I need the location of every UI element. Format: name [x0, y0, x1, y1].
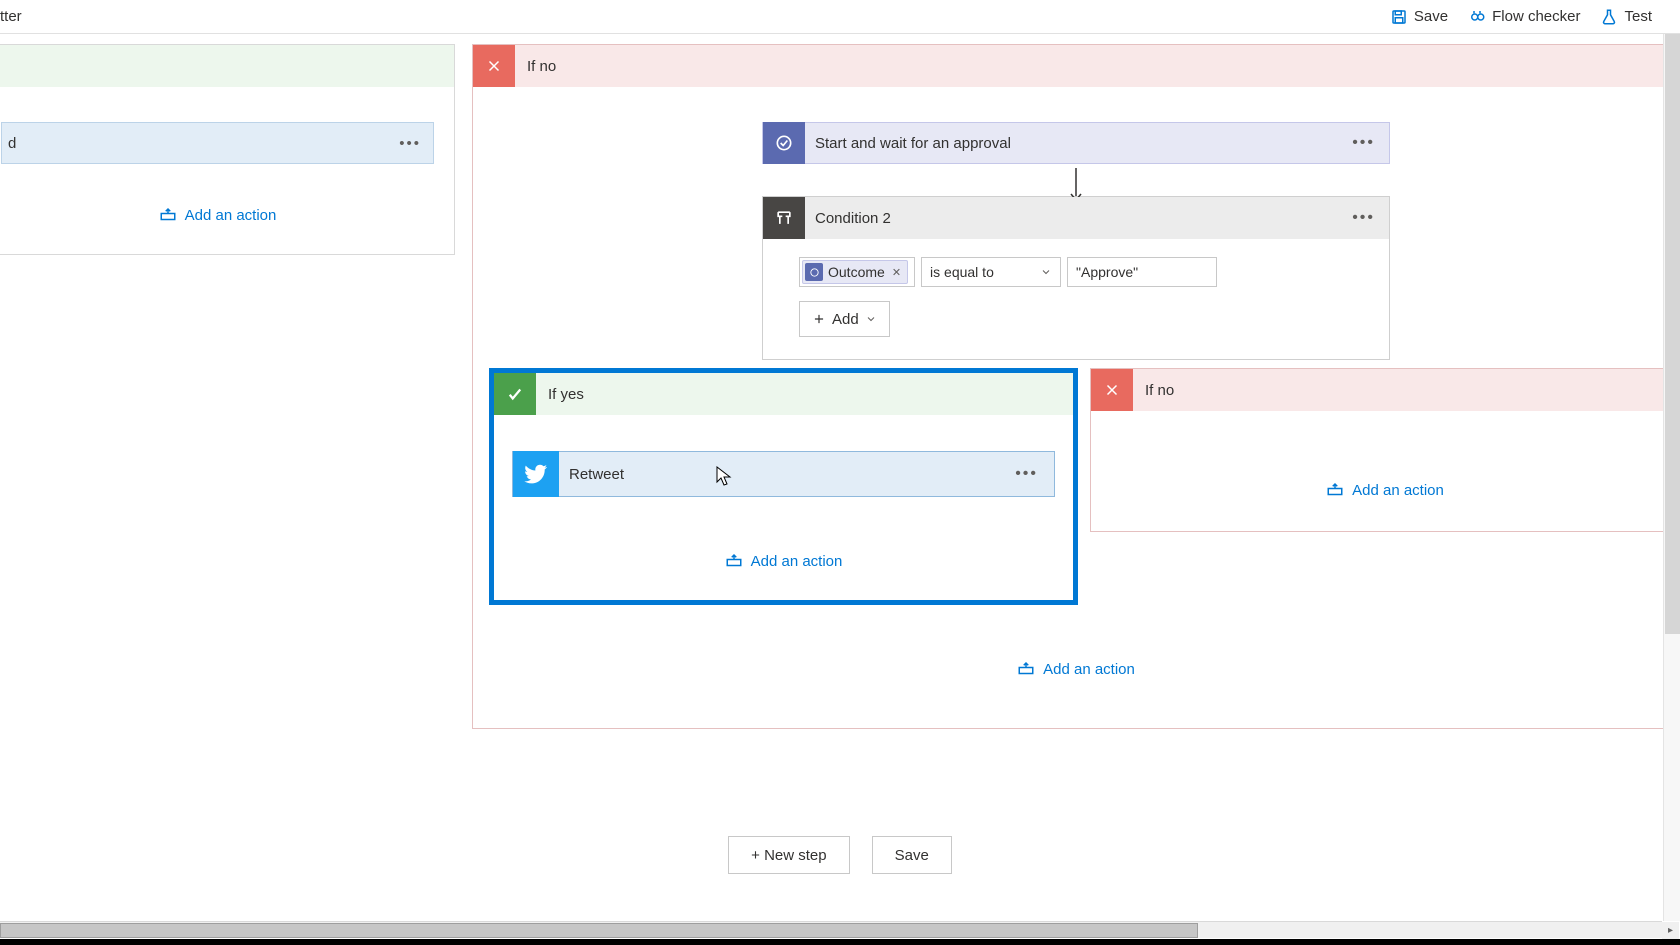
condition-title: Condition 2 [805, 210, 891, 227]
add-action-button[interactable]: Add an action [494, 552, 1073, 570]
plus-icon [812, 312, 826, 326]
check-icon [494, 373, 536, 415]
save-button[interactable]: Save [1390, 8, 1448, 26]
flow-canvas[interactable]: d ••• Add an action If no Start and wait… [0, 34, 1680, 920]
bottom-save-button[interactable]: Save [872, 836, 952, 874]
condition-add-button[interactable]: Add [799, 301, 890, 337]
add-action-button[interactable]: Add an action [1091, 481, 1679, 499]
flow-title-fragment: tter [0, 8, 22, 25]
condition-value-input[interactable] [1067, 257, 1217, 287]
test-label: Test [1624, 8, 1652, 25]
save-icon [1390, 8, 1408, 26]
chevron-down-icon [1040, 266, 1052, 278]
outer-if-no-branch: If no Start and wait for an approval •••… [472, 44, 1680, 729]
if-yes-label: If yes [548, 386, 584, 403]
approval-icon [763, 122, 805, 164]
condition-card[interactable]: Condition 2 ••• Outcome ✕ is equal to [762, 196, 1390, 360]
add-action-label: Add an action [751, 553, 843, 570]
branch-if-no: If no Add an action [1084, 368, 1679, 605]
add-action-icon [1017, 660, 1035, 678]
remove-token-icon[interactable]: ✕ [892, 266, 901, 279]
horizontal-scrollbar[interactable]: ▸ [0, 921, 1662, 938]
if-yes-header-partial [0, 45, 454, 87]
flask-icon [1600, 8, 1618, 26]
outer-if-no-label: If no [515, 58, 556, 75]
chevron-down-icon [865, 313, 877, 325]
connector-arrow [1075, 168, 1077, 196]
outcome-token[interactable]: Outcome ✕ [802, 260, 908, 284]
add-action-label: Add an action [1352, 482, 1444, 499]
add-action-label: Add an action [185, 207, 277, 224]
flow-checker-button[interactable]: Flow checker [1468, 8, 1580, 26]
condition-icon [763, 197, 805, 239]
condition-body: Outcome ✕ is equal to Add [763, 239, 1389, 359]
if-no-container[interactable]: If no Add an action [1090, 368, 1679, 532]
outer-add-action-button[interactable]: Add an action [473, 660, 1679, 678]
new-step-button[interactable]: + New step [728, 836, 849, 874]
more-icon[interactable]: ••• [399, 135, 421, 152]
vertical-scrollbar[interactable] [1663, 34, 1680, 921]
branch-if-yes: If yes Retweet ••• Add an action [473, 368, 1084, 605]
condition-left-operand[interactable]: Outcome ✕ [799, 257, 915, 287]
if-yes-header[interactable]: If yes [494, 373, 1073, 415]
condition-operator-select[interactable]: is equal to [921, 257, 1061, 287]
top-command-bar: tter Save Flow checker Test [0, 0, 1680, 34]
scroll-right-arrow[interactable]: ▸ [1662, 922, 1679, 939]
approval-action-card[interactable]: Start and wait for an approval ••• [762, 122, 1390, 164]
if-no-header[interactable]: If no [1091, 369, 1679, 411]
more-icon[interactable]: ••• [1352, 209, 1375, 227]
x-icon [1091, 369, 1133, 411]
test-button[interactable]: Test [1600, 8, 1652, 26]
left-partial-action-card[interactable]: d ••• [1, 122, 434, 164]
x-icon [473, 45, 515, 87]
outer-add-action-label: Add an action [1043, 661, 1135, 678]
retweet-action-card[interactable]: Retweet ••• [512, 451, 1055, 497]
condition-header[interactable]: Condition 2 ••• [763, 197, 1389, 239]
if-no-label: If no [1145, 382, 1174, 399]
add-action-icon [1326, 481, 1344, 499]
approval-title: Start and wait for an approval [805, 135, 1011, 152]
save-label: Save [1414, 8, 1448, 25]
bottom-action-bar: + New step Save [0, 815, 1680, 895]
condition-row: Outcome ✕ is equal to [799, 257, 1353, 287]
retweet-title: Retweet [559, 466, 624, 483]
add-action-icon [725, 552, 743, 570]
condition-add-label: Add [832, 311, 859, 328]
condition-branches: If yes Retweet ••• Add an action [473, 368, 1679, 605]
add-action-button[interactable]: Add an action [0, 206, 454, 224]
more-icon[interactable]: ••• [1015, 465, 1038, 483]
vertical-scroll-thumb[interactable] [1665, 34, 1680, 634]
flow-checker-label: Flow checker [1492, 8, 1580, 25]
add-action-icon [159, 206, 177, 224]
horizontal-scroll-thumb[interactable] [0, 923, 1198, 938]
flow-checker-icon [1468, 8, 1486, 26]
token-label: Outcome [828, 264, 885, 280]
more-icon[interactable]: ••• [1352, 134, 1375, 152]
if-yes-container-selected[interactable]: If yes Retweet ••• Add an action [489, 368, 1078, 605]
operator-label: is equal to [930, 264, 994, 280]
left-if-yes-branch-partial: d ••• Add an action [0, 44, 455, 255]
outer-if-no-header[interactable]: If no [473, 45, 1679, 87]
bottom-black-bar [0, 939, 1680, 945]
left-card-label: d [8, 135, 16, 152]
approval-chip-icon [805, 263, 823, 281]
twitter-icon [513, 451, 559, 497]
